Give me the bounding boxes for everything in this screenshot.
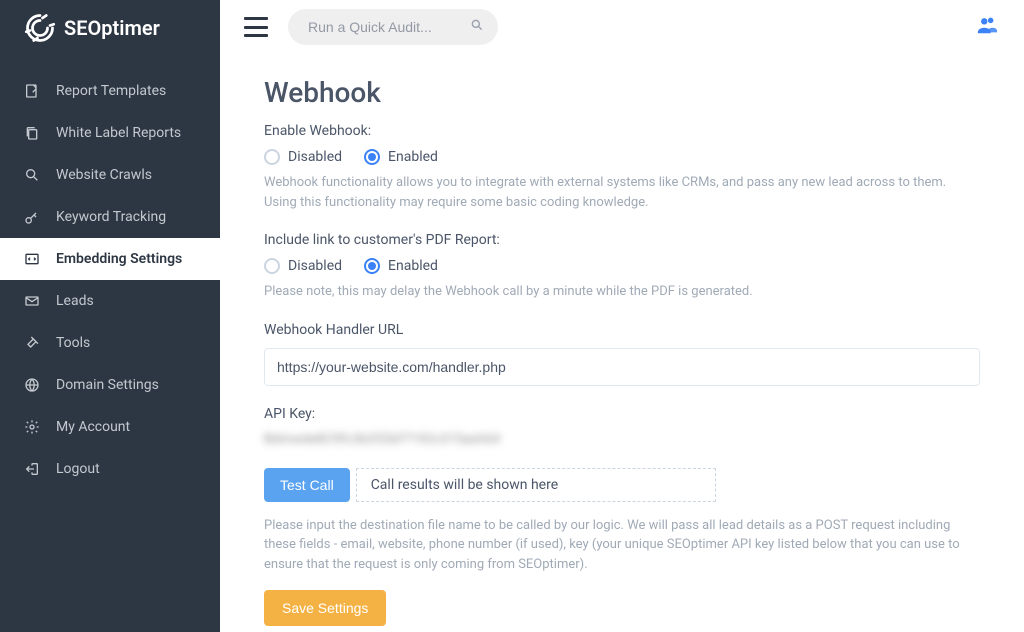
sidebar-item-label: Keyword Tracking — [56, 209, 166, 225]
brand-logo[interactable]: SEOptimer — [0, 0, 220, 56]
pdf-link-radio-group: Disabled Enabled — [264, 258, 980, 274]
search-input[interactable] — [288, 9, 498, 45]
pdf-link-help: Please note, this may delay the Webhook … — [264, 282, 980, 302]
enable-webhook-radio-group: Disabled Enabled — [264, 149, 980, 165]
sidebar-item-logout[interactable]: Logout — [0, 448, 220, 490]
sidebar: SEOptimer Report Templates White Label R… — [0, 0, 220, 632]
sidebar-item-report-templates[interactable]: Report Templates — [0, 70, 220, 112]
sidebar-item-keyword-tracking[interactable]: Keyword Tracking — [0, 196, 220, 238]
main-area: Webhook Enable Webhook: Disabled Enabled… — [220, 0, 1024, 632]
sidebar-item-label: My Account — [56, 419, 130, 435]
sidebar-item-embedding-settings[interactable]: Embedding Settings — [0, 238, 220, 280]
sidebar-item-label: Domain Settings — [56, 377, 159, 393]
radio-icon — [264, 149, 280, 165]
app-container: SEOptimer Report Templates White Label R… — [0, 0, 1024, 632]
logout-icon — [24, 461, 40, 477]
sidebar-item-label: Report Templates — [56, 83, 166, 99]
enable-webhook-help: Webhook functionality allows you to inte… — [264, 173, 980, 212]
save-settings-button[interactable]: Save Settings — [264, 590, 386, 626]
sidebar-item-website-crawls[interactable]: Website Crawls — [0, 154, 220, 196]
handler-url-input[interactable] — [264, 348, 980, 386]
test-call-button[interactable]: Test Call — [264, 468, 350, 502]
sidebar-item-label: Embedding Settings — [56, 251, 182, 267]
sidebar-item-white-label-reports[interactable]: White Label Reports — [0, 112, 220, 154]
test-results-box: Call results will be shown here — [356, 468, 716, 502]
mail-icon — [24, 293, 40, 309]
pdf-link-label: Include link to customer's PDF Report: — [264, 232, 980, 248]
hammer-icon — [24, 335, 40, 351]
sidebar-item-domain-settings[interactable]: Domain Settings — [0, 364, 220, 406]
radio-icon — [264, 258, 280, 274]
logo-mark-icon — [24, 12, 56, 44]
quick-audit-search — [288, 9, 498, 45]
test-call-row: Test Call Call results will be shown her… — [264, 468, 980, 502]
pdf-link-disabled-radio[interactable]: Disabled — [264, 258, 342, 274]
sidebar-item-leads[interactable]: Leads — [0, 280, 220, 322]
enable-webhook-enabled-radio[interactable]: Enabled — [364, 149, 438, 165]
destination-help: Please input the destination file name t… — [264, 516, 980, 575]
radio-label: Enabled — [388, 258, 438, 274]
radio-label: Disabled — [288, 258, 342, 274]
radio-label: Enabled — [388, 149, 438, 165]
menu-toggle-button[interactable] — [244, 17, 268, 37]
sidebar-item-tools[interactable]: Tools — [0, 322, 220, 364]
content: Webhook Enable Webhook: Disabled Enabled… — [220, 54, 1024, 632]
handler-url-label: Webhook Handler URL — [264, 322, 980, 338]
key-icon — [24, 209, 40, 225]
enable-webhook-disabled-radio[interactable]: Disabled — [264, 149, 342, 165]
gear-icon — [24, 419, 40, 435]
enable-webhook-label: Enable Webhook: — [264, 123, 980, 139]
globe-icon — [24, 377, 40, 393]
radio-icon — [364, 149, 380, 165]
document-edit-icon — [24, 83, 40, 99]
radio-label: Disabled — [288, 149, 342, 165]
sidebar-item-my-account[interactable]: My Account — [0, 406, 220, 448]
api-key-label: API Key: — [264, 406, 980, 422]
pdf-link-enabled-radio[interactable]: Enabled — [364, 258, 438, 274]
page-title: Webhook — [264, 76, 980, 109]
users-icon[interactable] — [974, 14, 1000, 40]
sidebar-item-label: Tools — [56, 335, 90, 351]
embed-icon — [24, 251, 40, 267]
sidebar-nav: Report Templates White Label Reports Web… — [0, 56, 220, 490]
sidebar-item-label: Logout — [56, 461, 100, 477]
search-icon[interactable] — [470, 18, 484, 36]
brand-name: SEOptimer — [64, 16, 160, 40]
api-key-value: Bdmwde8C9fc3b252bf7192c315ash64 — [264, 432, 980, 452]
copy-icon — [24, 125, 40, 141]
search-icon — [24, 167, 40, 183]
sidebar-item-label: White Label Reports — [56, 125, 181, 141]
topbar — [220, 0, 1024, 54]
sidebar-item-label: Leads — [56, 293, 94, 309]
sidebar-item-label: Website Crawls — [56, 167, 152, 183]
radio-icon — [364, 258, 380, 274]
